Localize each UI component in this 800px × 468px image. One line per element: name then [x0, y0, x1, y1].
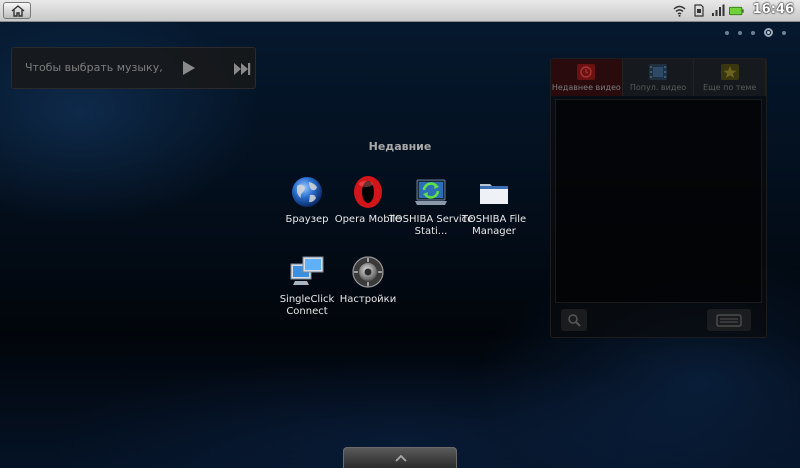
wifi-icon [672, 3, 687, 18]
youtube-tabs: Недавнее видео Попул. видео Еще по теме [551, 59, 767, 96]
globe-icon [292, 177, 322, 207]
tab-more-on-topic[interactable]: Еще по теме [694, 59, 767, 96]
tab-recent-video[interactable]: Недавнее видео [551, 59, 623, 96]
music-widget[interactable]: Чтобы выбрать музыку, [11, 47, 256, 89]
app-drawer-handle[interactable] [343, 447, 457, 468]
tab-label: Попул. видео [629, 83, 687, 92]
sim-icon [691, 3, 706, 18]
status-bar: 16:46 [0, 0, 800, 22]
youtube-keyboard-button[interactable] [707, 309, 751, 331]
tab-label: Недавнее видео [551, 83, 621, 92]
folder-icon [480, 184, 508, 204]
service-station-icon [415, 179, 447, 205]
app-settings[interactable]: Настройки [323, 254, 413, 306]
signal-icon [710, 3, 725, 18]
page-dot[interactable] [725, 30, 729, 35]
recent-apps-title: Недавние [368, 140, 432, 153]
keyboard-icon [716, 314, 742, 327]
battery-icon [729, 3, 744, 18]
monitors-icon [290, 256, 324, 285]
youtube-video-list[interactable] [555, 99, 762, 303]
tab-label: Еще по теме [703, 83, 757, 92]
recent-video-icon [577, 64, 596, 80]
play-icon[interactable] [178, 58, 198, 78]
youtube-search-button[interactable] [561, 309, 587, 331]
tab-popular-video[interactable]: Попул. видео [622, 59, 695, 96]
next-track-icon[interactable] [232, 61, 252, 77]
opera-icon [354, 176, 382, 208]
page-indicator [725, 28, 786, 37]
app-label: TOSHIBA File Manager [461, 214, 527, 237]
film-icon [649, 64, 667, 80]
status-icons [672, 3, 744, 18]
settings-icon [352, 256, 384, 288]
home-button[interactable] [3, 2, 31, 19]
app-label: Настройки [339, 294, 397, 305]
app-toshiba-file-manager[interactable]: TOSHIBA File Manager [449, 174, 539, 238]
page-dot[interactable] [751, 30, 755, 35]
clock: 16:46 [752, 2, 794, 17]
youtube-widget: Недавнее видео Попул. видео Еще по теме [550, 58, 767, 338]
star-icon [720, 64, 739, 80]
page-dot[interactable] [782, 30, 786, 35]
search-icon [568, 314, 581, 327]
page-dot[interactable] [738, 30, 742, 35]
page-dot-active[interactable] [764, 28, 773, 37]
music-widget-text[interactable]: Чтобы выбрать музыку, [25, 61, 163, 74]
chevron-up-icon [395, 454, 407, 462]
home-icon [11, 5, 25, 17]
